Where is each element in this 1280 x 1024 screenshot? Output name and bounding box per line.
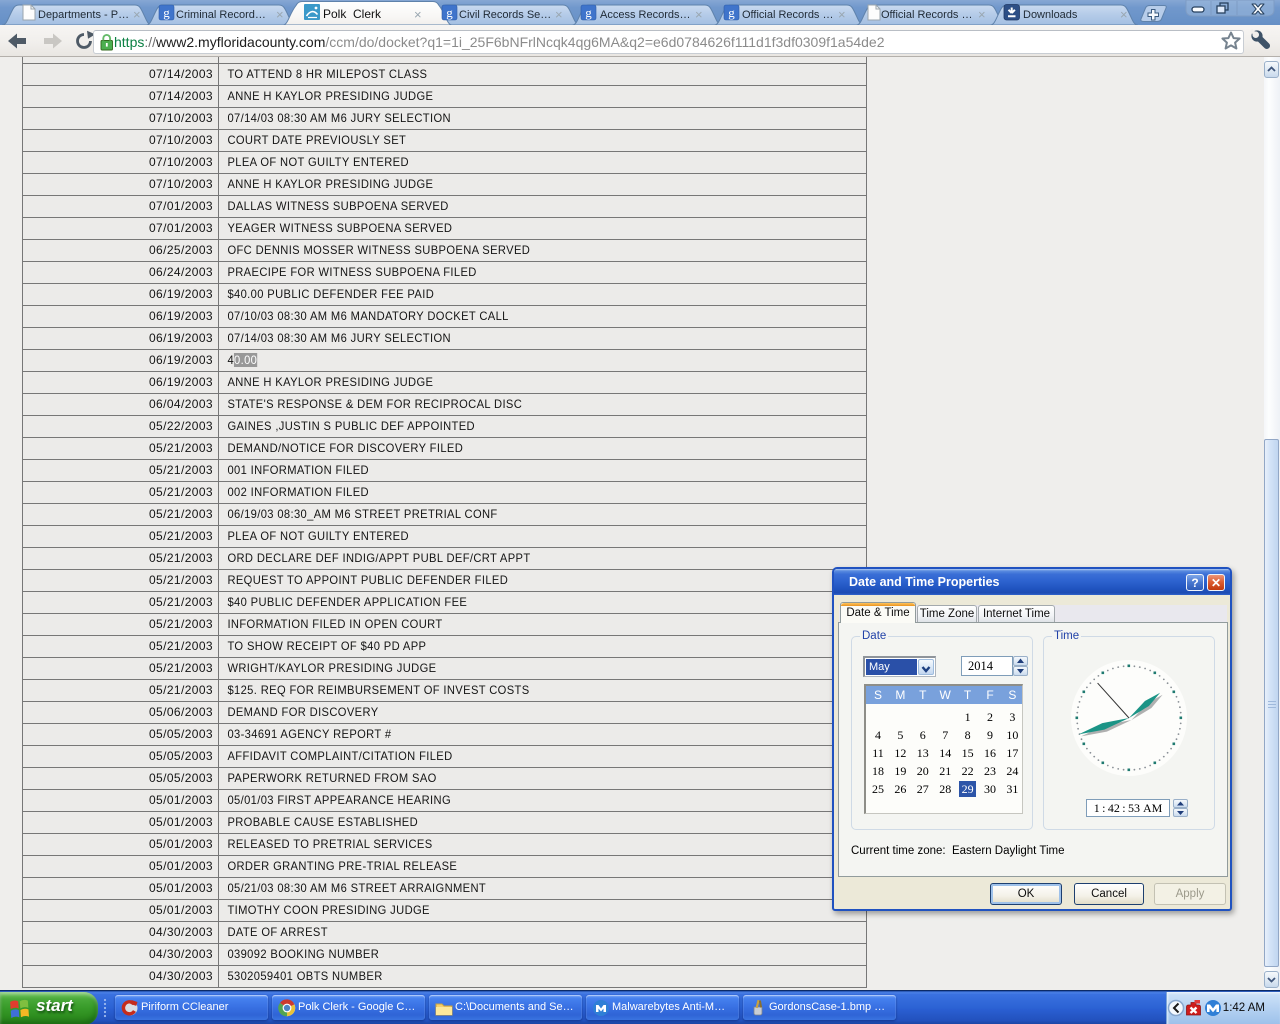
svg-text:g: g: [163, 5, 170, 20]
svg-text:g: g: [585, 5, 592, 20]
svg-text:g: g: [728, 5, 735, 20]
svg-text:g: g: [446, 5, 453, 20]
